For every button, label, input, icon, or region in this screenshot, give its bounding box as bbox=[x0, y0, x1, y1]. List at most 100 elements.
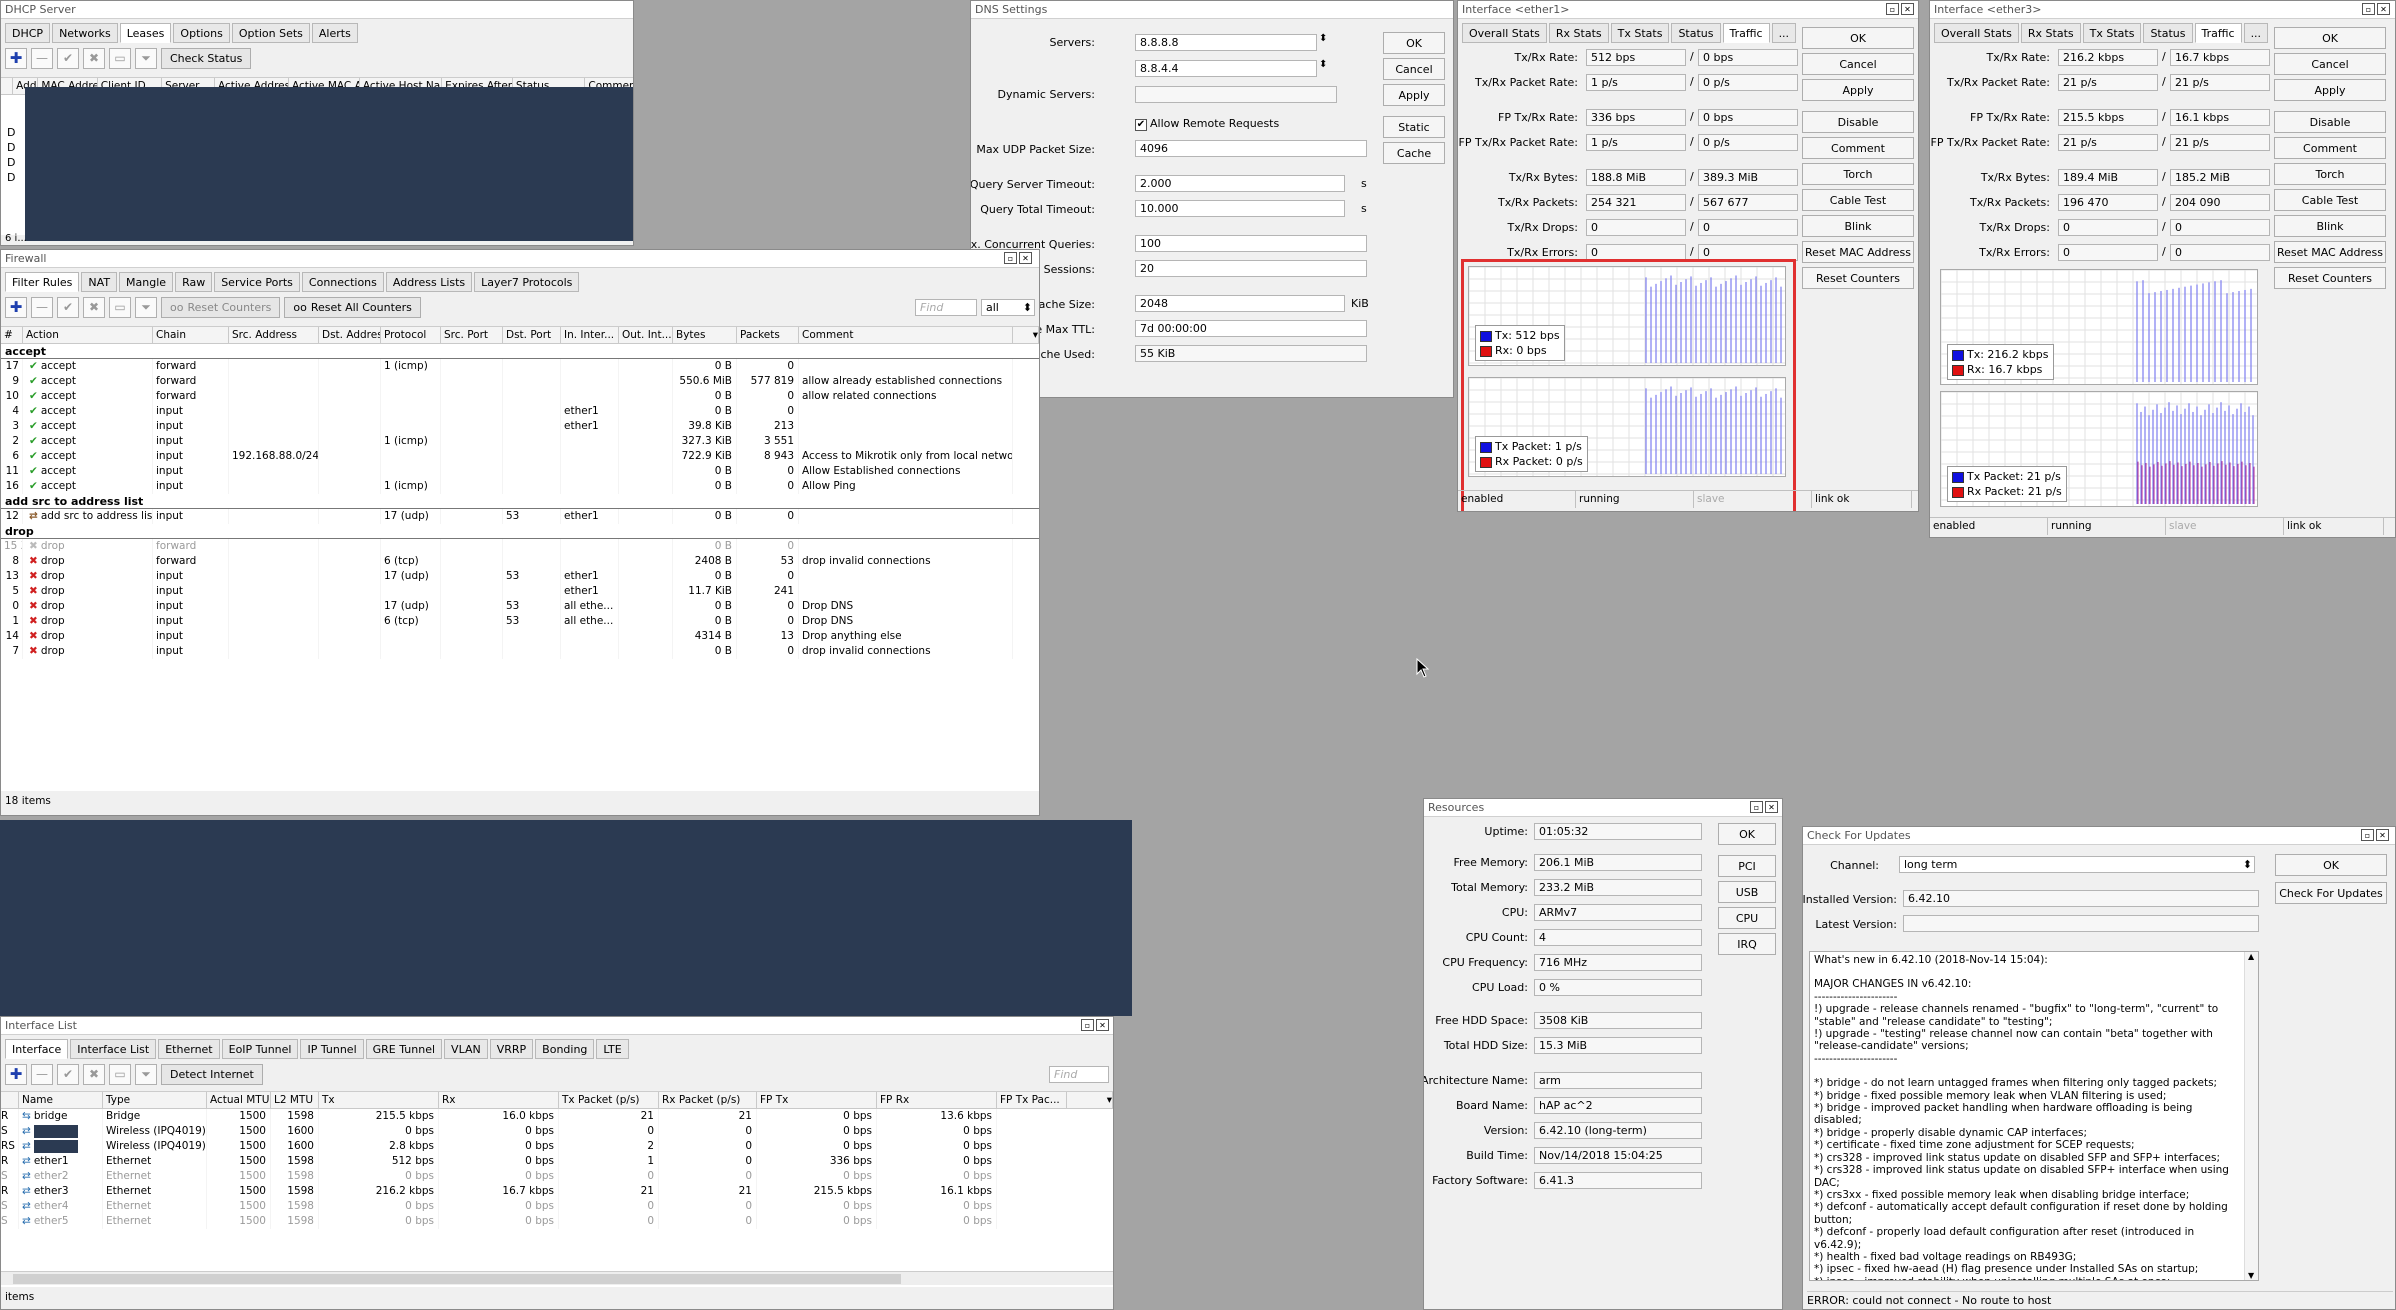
maximize-icon[interactable]: ▫ bbox=[1750, 801, 1763, 813]
column-header[interactable]: Comment bbox=[799, 327, 1013, 343]
column-header[interactable]: Src. Address bbox=[229, 327, 319, 343]
disable-button[interactable]: Disable bbox=[1802, 111, 1914, 133]
cable-test-button[interactable]: Cable Test bbox=[2274, 189, 2386, 211]
reset-counters-button[interactable]: Reset Counters bbox=[2274, 267, 2386, 289]
blink-button[interactable]: Blink bbox=[2274, 215, 2386, 237]
maximize-icon[interactable]: ▫ bbox=[2361, 829, 2374, 841]
table-row[interactable]: 6 ✔ accept input 192.168.88.0/24 722.9 KiB 8 9… bbox=[1, 449, 1039, 464]
notes-scrollbar[interactable]: ▲ ▼ bbox=[2244, 952, 2258, 1280]
reset-counters-button[interactable]: oo Reset Counters bbox=[161, 296, 281, 318]
table-row[interactable]: S ⇄ ether4 Ethernet 1500 1598 0 bps 0 bps 0 0 0 bp… bbox=[1, 1199, 1113, 1214]
tab-status[interactable]: Status bbox=[1671, 23, 1721, 43]
max-tcp-sessions-input[interactable]: 20 bbox=[1135, 260, 1367, 277]
table-row[interactable]: S ⇄ ether2 Ethernet 1500 1598 0 bps 0 bps 0 0 0 bp… bbox=[1, 1169, 1113, 1184]
enable-icon[interactable]: ✔ bbox=[57, 47, 79, 69]
apply-button[interactable]: Apply bbox=[2274, 79, 2386, 101]
col-flag[interactable] bbox=[1, 1092, 19, 1108]
table-row[interactable]: 1 ✖ drop input 6 (tcp) 53 all ethe... 0 B 0 Drop … bbox=[1, 614, 1039, 629]
column-header[interactable]: Dst. Address bbox=[319, 327, 381, 343]
table-row[interactable]: 0 ✖ drop input 17 (udp) 53 all ethe... 0 B 0 Drop… bbox=[1, 599, 1039, 614]
check-for-updates-button[interactable]: Check For Updates bbox=[2275, 882, 2387, 904]
updates-ok-button[interactable]: OK bbox=[2275, 854, 2387, 876]
dns-static-button[interactable]: Static bbox=[1383, 116, 1445, 138]
comment-button[interactable]: Comment bbox=[1802, 137, 1914, 159]
table-row[interactable]: 2 ✔ accept input 1 (icmp) 327.3 KiB 3 551 bbox=[1, 434, 1039, 449]
tab-options[interactable]: Options bbox=[173, 23, 230, 43]
column-menu-icon[interactable]: ▾ bbox=[1067, 1092, 1113, 1108]
close-icon[interactable]: ✕ bbox=[1901, 3, 1914, 15]
column-menu-icon[interactable]: ▾ bbox=[1013, 327, 1039, 343]
add-icon[interactable]: ✚ bbox=[5, 296, 27, 318]
col-flag[interactable] bbox=[1, 78, 14, 94]
table-row[interactable]: 15 X✖dropforward0 B0 bbox=[1, 539, 1039, 554]
tab-option-sets[interactable]: Option Sets bbox=[231, 23, 310, 43]
table-row[interactable]: RS ⇄ Wireless (IPQ4019) 1500 1600 2.8 kbps 0 b… bbox=[1, 1139, 1113, 1154]
ok-button[interactable]: OK bbox=[1718, 823, 1776, 845]
checkbox-checked-icon[interactable]: ✔ bbox=[1135, 119, 1147, 131]
tab-leases[interactable]: Leases bbox=[119, 23, 172, 43]
cache-max-ttl-input[interactable]: 7d 00:00:00 bbox=[1135, 320, 1367, 337]
column-header[interactable]: Actual MTU bbox=[207, 1092, 271, 1108]
close-icon[interactable]: ✕ bbox=[1019, 252, 1032, 264]
tab-overall-stats[interactable]: Overall Stats bbox=[1934, 23, 2019, 43]
close-icon[interactable]: ✕ bbox=[1765, 801, 1778, 813]
tab-interface[interactable]: Interface bbox=[5, 1039, 69, 1059]
table-row[interactable]: 5 ✖ drop input ether1 11.7 KiB 241 bbox=[1, 584, 1039, 599]
column-header[interactable]: FP Tx bbox=[757, 1092, 877, 1108]
column-header[interactable]: Type bbox=[103, 1092, 207, 1108]
torch-button[interactable]: Torch bbox=[1802, 163, 1914, 185]
tab-traffic[interactable]: Traffic bbox=[1722, 23, 1770, 43]
tab-filter-rules[interactable]: Filter Rules bbox=[5, 272, 80, 292]
ether3-title-bar[interactable]: Interface <ether3> ▫ ✕ bbox=[1930, 1, 2395, 19]
add-icon[interactable]: ✚ bbox=[5, 47, 27, 69]
disable-icon[interactable]: ✖ bbox=[83, 296, 105, 318]
table-row[interactable]: 16 ✔ accept input 1 (icmp) 0 B 0 Allow Ping bbox=[1, 479, 1039, 494]
table-row[interactable]: S ⇄ ether5 Ethernet 1500 1598 0 bps 0 bps 0 0 0 bp… bbox=[1, 1214, 1113, 1229]
table-row[interactable]: S ⇄ Wireless (IPQ4019) 1500 1600 0 bps 0 bps 0 0… bbox=[1, 1124, 1113, 1139]
table-row[interactable]: 7 ✖ drop input 0 B 0 drop invalid connections bbox=[1, 644, 1039, 659]
cpu-button[interactable]: CPU bbox=[1718, 907, 1776, 929]
firewall-chain-select[interactable]: all ⬍ bbox=[981, 298, 1035, 316]
tab-[interactable]: ... bbox=[2243, 23, 2269, 43]
tab-tx-stats[interactable]: Tx Stats bbox=[1610, 23, 1670, 43]
tab-status[interactable]: Status bbox=[2143, 23, 2193, 43]
close-icon[interactable]: ✕ bbox=[2377, 3, 2390, 15]
dhcp-title-bar[interactable]: DHCP Server bbox=[1, 1, 633, 19]
reset-mac-address-button[interactable]: Reset MAC Address bbox=[1802, 241, 1914, 263]
dns-apply-button[interactable]: Apply bbox=[1383, 84, 1445, 106]
disable-icon[interactable]: ✖ bbox=[83, 1063, 105, 1085]
ok-button[interactable]: OK bbox=[2274, 27, 2386, 49]
column-header[interactable]: FP Rx bbox=[877, 1092, 997, 1108]
table-row[interactable]: 10 ✔ accept forward 0 B 0 allow related connec… bbox=[1, 389, 1039, 404]
reset-mac-address-button[interactable]: Reset MAC Address bbox=[2274, 241, 2386, 263]
tab-rx-stats[interactable]: Rx Stats bbox=[1548, 23, 1609, 43]
column-header[interactable]: Tx Packet (p/s) bbox=[559, 1092, 659, 1108]
tab-dhcp[interactable]: DHCP bbox=[5, 23, 51, 43]
scroll-thumb[interactable] bbox=[13, 1274, 901, 1284]
column-header[interactable]: Name bbox=[19, 1092, 103, 1108]
scroll-down-icon[interactable]: ▼ bbox=[2248, 1271, 2254, 1280]
column-header[interactable]: Rx bbox=[439, 1092, 559, 1108]
iflist-hscrollbar[interactable] bbox=[1, 1271, 1113, 1285]
reset-all-counters-button[interactable]: oo Reset All Counters bbox=[284, 296, 421, 318]
column-header[interactable]: Dst. Port bbox=[503, 327, 561, 343]
cable-test-button[interactable]: Cable Test bbox=[1802, 189, 1914, 211]
remove-icon[interactable]: — bbox=[31, 296, 53, 318]
tab-tx-stats[interactable]: Tx Stats bbox=[2082, 23, 2142, 43]
column-header[interactable]: Tx bbox=[319, 1092, 439, 1108]
iflist-title-bar[interactable]: Interface List ▫ ✕ bbox=[1, 1017, 1113, 1035]
irq-button[interactable]: IRQ bbox=[1718, 933, 1776, 955]
tab-mangle[interactable]: Mangle bbox=[119, 272, 174, 292]
maximize-icon[interactable]: ▫ bbox=[1886, 3, 1899, 15]
dns-title-bar[interactable]: DNS Settings bbox=[971, 1, 1453, 19]
remove-icon[interactable]: — bbox=[31, 1063, 53, 1085]
ok-button[interactable]: OK bbox=[1802, 27, 1914, 49]
table-row[interactable]: 17 ✔ accept forward 1 (icmp) 0 B0 bbox=[1, 359, 1039, 374]
tab-nat[interactable]: NAT bbox=[81, 272, 118, 292]
server1-input[interactable]: 8.8.8.8 bbox=[1135, 34, 1317, 51]
cancel-button[interactable]: Cancel bbox=[1802, 53, 1914, 75]
check-status-button[interactable]: Check Status bbox=[161, 47, 252, 69]
torch-button[interactable]: Torch bbox=[2274, 163, 2386, 185]
table-row[interactable]: 12 ⇄ add src to address list input 17 (udp) 5… bbox=[1, 509, 1039, 524]
column-header[interactable]: Src. Port bbox=[441, 327, 503, 343]
